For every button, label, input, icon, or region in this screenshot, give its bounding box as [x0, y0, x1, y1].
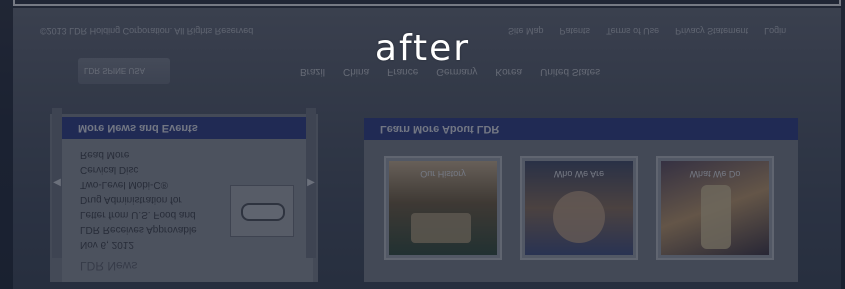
news-date: Nov 6, 2012: [80, 239, 134, 250]
learn-more-title: Learn More About LDR: [380, 123, 500, 135]
device-image: [241, 203, 285, 221]
news-line: Letter from U.S. Food and: [80, 209, 196, 220]
news-panel-header: More News and Events: [62, 117, 313, 139]
card-image: Who We Are: [525, 161, 633, 255]
top-frame-border: [13, 0, 841, 6]
news-panel-title: More News and Events: [78, 122, 198, 134]
news-line: Two-Level Mobi-C®: [80, 179, 168, 190]
screenshot-stage: ©2013 LDR Holding Corporation. All Right…: [0, 0, 845, 289]
news-panel-body: Read More Cervical Disc Two-Level Mobi-C…: [62, 139, 313, 282]
carousel-prev-icon[interactable]: ◀: [52, 108, 62, 258]
after-label: after: [374, 28, 471, 69]
card-caption: Who We Are: [553, 169, 605, 179]
read-more-link[interactable]: Read More: [80, 147, 129, 162]
news-list: Read More Cervical Disc Two-Level Mobi-C…: [80, 147, 197, 273]
news-heading: LDR News: [80, 259, 138, 273]
card-caption: Our History: [420, 169, 466, 179]
card-caption: What We Do: [689, 169, 741, 179]
carousel-next-icon[interactable]: ▶: [306, 108, 316, 258]
card-image: Our History: [389, 161, 497, 255]
news-panel: More News and Events Read More Cervical …: [50, 114, 318, 282]
news-thumbnail[interactable]: [230, 185, 294, 237]
card-our-history[interactable]: Our History: [384, 156, 502, 260]
card-who-we-are[interactable]: Who We Are: [520, 156, 638, 260]
news-line: Drug Administration for: [80, 194, 182, 205]
news-line: LDR Receives Approvable: [80, 224, 197, 235]
card-what-we-do[interactable]: What We Do: [656, 156, 774, 260]
learn-more-header: Learn More About LDR: [364, 118, 798, 140]
news-line: Cervical Disc: [80, 164, 139, 175]
card-image: What We Do: [661, 161, 769, 255]
learn-more-panel: Learn More About LDR Our History Who We …: [364, 118, 798, 282]
